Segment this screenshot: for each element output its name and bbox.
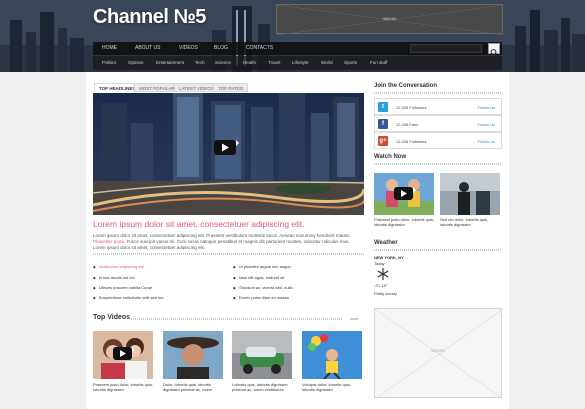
nav-blog[interactable]: BLOG [214, 45, 228, 51]
twitter-follow-link[interactable]: Follow Us [477, 105, 495, 110]
facebook-icon[interactable]: f [378, 119, 388, 129]
list-item[interactable]: In hac iaculis est vel [93, 275, 135, 280]
snowflake-icon [377, 268, 389, 280]
facebook-count: 12,436 Fans [396, 122, 419, 127]
video-thumbnail-image [232, 331, 292, 379]
tab-top-rated[interactable]: TOP RATED [213, 83, 249, 92]
summary-text-2: Fusce suscipit varius mi. Cum sociis nat… [93, 239, 350, 250]
video-thumb-4[interactable] [302, 331, 362, 379]
facebook-follow-link[interactable]: Follow Us [477, 122, 495, 127]
video-caption-3[interactable]: Lobortis quis, lobortis dignissim pulvin… [232, 382, 294, 392]
sidebar-ad-label: 300X250 [430, 349, 445, 353]
video-caption-2[interactable]: Dolor, lobortis quis, lobortis dignissim… [163, 382, 225, 392]
social-row-googleplus: g+ 12,436 Followers Follow Us [374, 132, 502, 149]
divider [131, 318, 343, 320]
play-button[interactable] [394, 187, 416, 200]
divider [93, 253, 364, 255]
video-thumb-1[interactable] [93, 331, 153, 379]
watch-now-heading: Watch Now [374, 154, 407, 160]
weather-city: NEW YORK, NY [374, 255, 404, 260]
play-button[interactable] [214, 140, 239, 155]
category-travel[interactable]: Travel [268, 60, 280, 65]
play-icon [401, 190, 407, 197]
twitter-icon[interactable]: t [378, 102, 388, 112]
sidebar-ad[interactable]: 300X250 [374, 308, 503, 399]
video-caption-1[interactable]: Praesent justo dolor, lobortis quis, lob… [93, 382, 155, 392]
video-thumb-2[interactable] [163, 331, 223, 379]
weather-heading: Weather [374, 240, 398, 246]
list-item[interactable]: Ultrices posuere cubilia Curae [93, 285, 152, 290]
category-sports[interactable]: Sports [344, 60, 357, 65]
google-plus-icon[interactable]: g+ [378, 136, 388, 146]
featured-video[interactable] [93, 93, 364, 215]
featured-summary: Lorem ipsum dolor sit amet, consectetuer… [93, 233, 361, 251]
category-opinion[interactable]: Opinion [128, 60, 144, 65]
list-item[interactable]: Tincidunt ac, viverra sed, nulla [233, 285, 293, 290]
featured-headline[interactable]: Lorem ipsum dolor sit amet, consectetuer… [93, 219, 364, 229]
googleplus-count: 12,436 Followers [396, 139, 427, 144]
banner-ad[interactable]: 468X60 [276, 4, 504, 35]
divider [374, 163, 502, 165]
summary-link[interactable]: Phasellus porta. [93, 239, 125, 244]
watch-caption-1[interactable]: Praesent justo dolor, lobortis quis, lob… [374, 217, 436, 227]
play-button[interactable] [113, 347, 135, 360]
search-input[interactable] [410, 44, 482, 53]
conversation-heading: Join the Conversation [374, 83, 438, 89]
site-logo[interactable]: Channel №5 [93, 6, 206, 29]
googleplus-follow-link[interactable]: Follow Us [477, 139, 495, 144]
video-thumb-3[interactable] [232, 331, 292, 379]
list-item[interactable]: Donec porta diam eu massa [233, 295, 289, 300]
category-lifestyle[interactable]: Lifestyle [292, 60, 309, 65]
banner-ad-label: 468X60 [382, 16, 397, 21]
watch-caption-2[interactable]: Sed ulo dolor, lobortis quis, lobortis d… [440, 217, 502, 227]
category-health[interactable]: Health [243, 60, 256, 65]
list-item[interactable]: Vestibulum adipiscing est [93, 264, 144, 269]
play-icon [222, 143, 229, 152]
list-item[interactable]: Ut pharetra augue nec augue [233, 264, 291, 269]
watch-thumbnail-image [440, 173, 500, 215]
video-caption-4[interactable]: Volutpat dolor, lobortis quis, lobortis … [302, 382, 364, 392]
search-button[interactable] [488, 43, 500, 57]
watch-thumb-2[interactable] [440, 173, 500, 215]
ad-placeholder-cross [375, 309, 503, 399]
main-nav: HOME ABOUT US VIDEOS BLOG CONTACTS [93, 42, 502, 57]
weather-condition: Partly cloudy [374, 291, 397, 296]
category-world[interactable]: World [321, 60, 333, 65]
watch-thumb-1[interactable] [374, 173, 434, 215]
nav-about-us[interactable]: ABOUT US [135, 45, 160, 51]
weather-day: Today [374, 261, 385, 266]
category-tech[interactable]: Tech [195, 60, 205, 65]
tab-most-popular[interactable]: MOST POPULAR [134, 83, 180, 92]
more-link[interactable]: more [350, 317, 358, 321]
twitter-count: 12,436 Followers [396, 105, 427, 110]
list-item[interactable]: Suspendisse sollicitudin velit sed leo [93, 295, 164, 300]
video-thumbnail-image [163, 331, 223, 379]
list-item[interactable]: Nam elit agna, endrerit sit [233, 275, 285, 280]
divider [374, 92, 502, 94]
summary-text-1: Lorem ipsum dolor sit amet, consectetuer… [93, 233, 351, 238]
category-nav: Politics Opinion Entertainment Tech Scie… [93, 56, 502, 70]
category-science[interactable]: Science [215, 60, 231, 65]
divider [374, 249, 502, 251]
nav-home[interactable]: HOME [102, 45, 117, 51]
nav-videos[interactable]: VIDEOS [179, 45, 198, 51]
social-row-twitter: t 12,436 Followers Follow Us [374, 98, 502, 115]
category-entertainment[interactable]: Entertainment [156, 60, 184, 65]
weather-temp: -3°/-10° [374, 283, 388, 288]
category-fun-stuff[interactable]: Fun stuff [370, 60, 387, 65]
top-videos-heading: Top Videos [93, 314, 131, 321]
play-icon [120, 350, 126, 357]
video-thumbnail-image [302, 331, 362, 379]
nav-contacts[interactable]: CONTACTS [246, 45, 273, 51]
social-row-facebook: f 12,436 Fans Follow Us [374, 115, 502, 132]
category-politics[interactable]: Politics [102, 60, 116, 65]
